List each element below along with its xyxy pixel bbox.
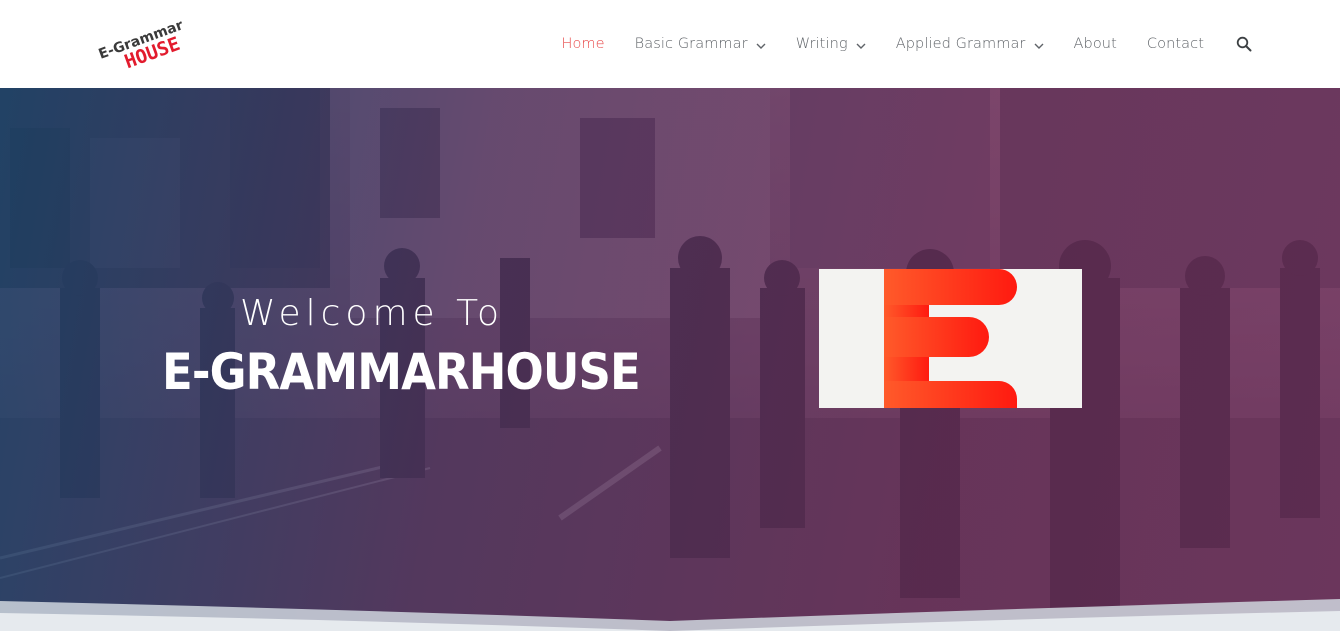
e-logo-card (819, 269, 1082, 408)
nav-item-label: Contact (1146, 36, 1204, 52)
nav-item-label: Basic Grammar (634, 36, 748, 52)
e-letter-icon (884, 269, 1017, 408)
chevron-down-icon[interactable] (756, 39, 766, 49)
chevron-down-icon[interactable] (1034, 39, 1044, 49)
nav-item-label: Applied Grammar (895, 36, 1026, 52)
nav-item-writing[interactable]: Writing (796, 36, 866, 52)
hero-section: Welcome To E-GRAMMARHOUSE (0, 88, 1340, 631)
hero-bottom-wave (0, 599, 1340, 631)
nav-item-about[interactable]: About (1074, 36, 1117, 52)
nav-item-label: Writing (795, 36, 848, 52)
nav-item-home[interactable]: Home (561, 36, 604, 52)
site-header: E-Grammar HOUSE Home Basic Grammar Writi… (0, 0, 1340, 88)
nav-item-label: About (1073, 36, 1117, 52)
search-icon[interactable] (1236, 35, 1254, 53)
hero-title: E-GRAMMARHOUSE (162, 343, 641, 401)
chevron-down-icon[interactable] (856, 39, 866, 49)
nav-item-applied-grammar[interactable]: Applied Grammar (896, 36, 1044, 52)
hero-welcome-text: Welcome To (240, 293, 505, 334)
main-nav: Home Basic Grammar Writing Applied Gramm… (531, 0, 1254, 88)
nav-item-label: Home (561, 36, 605, 52)
nav-item-contact[interactable]: Contact (1147, 36, 1204, 52)
nav-item-basic-grammar[interactable]: Basic Grammar (635, 36, 766, 52)
site-logo[interactable]: E-Grammar HOUSE (90, 14, 194, 74)
